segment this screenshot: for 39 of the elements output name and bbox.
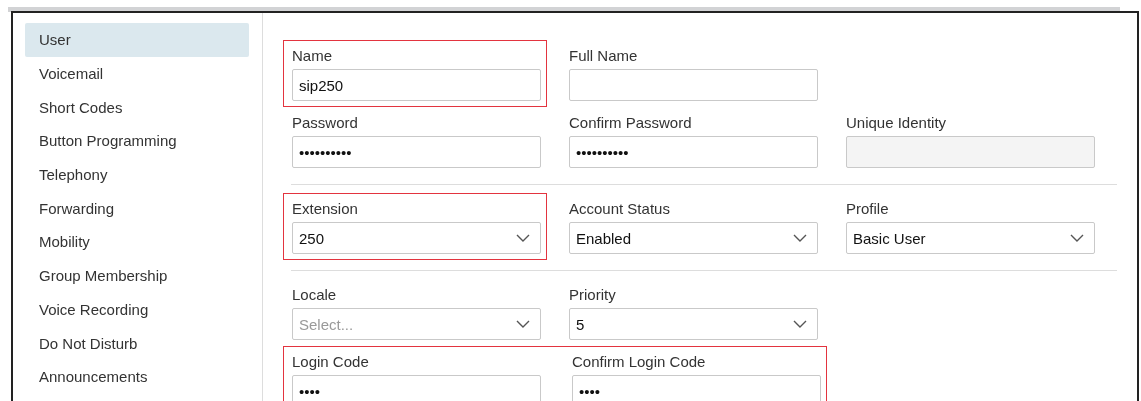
field-label: Confirm Login Code xyxy=(572,352,706,372)
select-field[interactable]: Basic User xyxy=(846,222,1095,254)
sidebar-item[interactable]: Do Not Disturb xyxy=(25,326,249,360)
select-field[interactable]: Enabled xyxy=(569,222,818,254)
sidebar-item[interactable]: Mobility xyxy=(25,225,249,259)
input-field[interactable] xyxy=(569,69,818,101)
field-label: Unique Identity xyxy=(846,113,947,133)
chevron-down-icon xyxy=(516,320,530,328)
input-field[interactable]: •••••••••• xyxy=(292,136,541,168)
input-field[interactable]: sip250 xyxy=(292,69,541,101)
field-label: Extension xyxy=(292,199,358,219)
field-label: Profile xyxy=(846,199,889,219)
sidebar-item[interactable]: User xyxy=(25,23,249,57)
sidebar-item[interactable]: Group Membership xyxy=(25,258,249,293)
sidebar-item[interactable]: Announcements xyxy=(25,359,249,394)
input-field[interactable] xyxy=(846,136,1095,168)
sidebar-item[interactable]: Voicemail xyxy=(25,56,249,91)
field-label: Full Name xyxy=(569,46,638,66)
chevron-down-icon xyxy=(793,320,807,328)
sidebar-item[interactable]: Voice Recording xyxy=(25,292,249,327)
field-label: Confirm Password xyxy=(569,113,692,133)
select-field[interactable]: 250 xyxy=(292,222,541,254)
input-field[interactable]: •••• xyxy=(572,375,821,401)
chevron-down-icon xyxy=(793,234,807,242)
field-label: Account Status xyxy=(569,199,670,219)
select-field[interactable]: 5 xyxy=(569,308,818,340)
sidebar-item[interactable]: Forwarding xyxy=(25,191,249,226)
sidebar-item[interactable]: Short Codes xyxy=(25,90,249,125)
chevron-down-icon xyxy=(1070,234,1084,242)
field-label: Login Code xyxy=(292,352,369,372)
sidebar-item[interactable]: Button Programming xyxy=(25,124,249,158)
chevron-down-icon xyxy=(516,234,530,242)
field-label: Priority xyxy=(569,285,616,305)
field-label: Password xyxy=(292,113,358,133)
field-label: Name xyxy=(292,46,332,66)
input-field[interactable]: •••••••••• xyxy=(569,136,818,168)
input-field[interactable]: •••• xyxy=(292,375,541,401)
field-label: Locale xyxy=(292,285,337,305)
sidebar-item[interactable]: Telephony xyxy=(25,157,249,192)
